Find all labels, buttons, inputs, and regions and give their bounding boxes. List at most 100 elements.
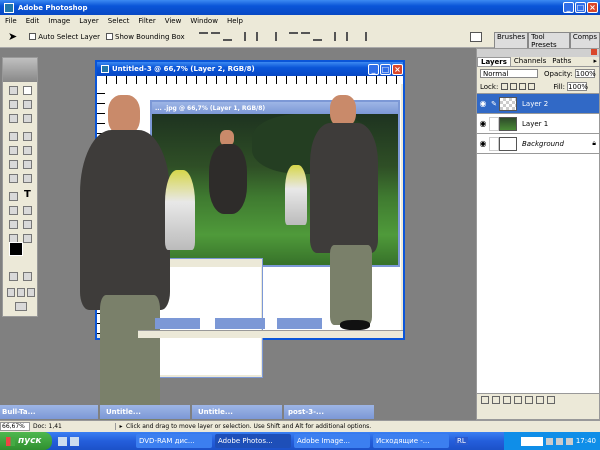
task-button[interactable]: DVD-RAM дис... <box>136 434 212 448</box>
doc-close-button[interactable]: × <box>392 63 403 75</box>
slice-tool-icon[interactable] <box>23 114 32 123</box>
eraser-tool-icon[interactable] <box>9 160 18 169</box>
doc-minimize-button[interactable]: _ <box>368 63 379 75</box>
clone-stamp-icon[interactable] <box>9 146 18 155</box>
task-button[interactable]: Adobe Photos... <box>215 434 291 448</box>
tray-badge-icon[interactable] <box>520 436 543 446</box>
tab-channels[interactable]: Channels <box>511 57 549 66</box>
opacity-input[interactable]: 100% <box>574 69 596 78</box>
quick-mask-icon[interactable] <box>23 272 32 281</box>
status-arrow-icon[interactable]: ▸ <box>116 423 126 430</box>
fill-input[interactable]: 100% <box>567 82 588 91</box>
standard-mode-icon[interactable] <box>9 272 18 281</box>
zoom-level[interactable]: 66,67% <box>0 422 30 431</box>
brush-tool-icon[interactable] <box>23 132 32 141</box>
lock-move-icon[interactable] <box>519 83 527 90</box>
lock-all-icon[interactable] <box>528 83 536 90</box>
eye-icon[interactable]: ◉ <box>477 99 489 108</box>
doc-maximize-button[interactable]: □ <box>380 63 391 75</box>
photo-canvas[interactable] <box>152 114 398 265</box>
layer-row[interactable]: ◉ ✎ Layer 2 <box>477 94 599 114</box>
trash-icon[interactable] <box>547 396 555 404</box>
tab-paths[interactable]: Paths <box>549 57 574 66</box>
tray-icon[interactable] <box>555 437 563 445</box>
auto-select-checkbox[interactable] <box>29 33 37 40</box>
menu-layer[interactable]: Layer <box>79 17 99 25</box>
menu-file[interactable]: File <box>5 17 17 25</box>
menu-image[interactable]: Image <box>48 17 70 25</box>
menu-edit[interactable]: Edit <box>26 17 40 25</box>
layer-row[interactable]: ◉ Layer 1 <box>477 114 599 134</box>
doc-size[interactable]: Doc: 1,41 <box>30 423 116 430</box>
doc-tab-inner-1[interactable] <box>155 318 200 329</box>
healing-brush-icon[interactable] <box>9 132 18 141</box>
screen-mode-1-icon[interactable] <box>7 288 15 297</box>
close-button[interactable]: × <box>587 2 598 13</box>
minimized-window-3[interactable]: Untitle... <box>192 405 282 419</box>
blend-mode-select[interactable]: Normal <box>480 69 538 78</box>
menu-filter[interactable]: Filter <box>138 17 155 25</box>
minimized-window-2[interactable]: Untitle... <box>100 405 190 419</box>
task-button[interactable]: Adobe Image... <box>294 434 370 448</box>
type-tool-icon[interactable]: T <box>24 189 31 200</box>
magic-wand-icon[interactable] <box>23 100 32 109</box>
language-indicator[interactable]: RL <box>455 437 468 445</box>
screen-mode-2-icon[interactable] <box>17 288 25 297</box>
minimized-window-1[interactable]: Bull-Ta... <box>0 405 98 419</box>
notes-tool-icon[interactable] <box>9 220 18 229</box>
doc-tab-inner-3[interactable] <box>277 318 322 329</box>
eyedropper-icon[interactable] <box>23 220 32 229</box>
tab-layers[interactable]: Layers <box>477 57 511 66</box>
shape-tool-icon[interactable] <box>23 206 32 215</box>
crop-tool-icon[interactable] <box>9 114 18 123</box>
start-button[interactable]: пуск <box>0 432 52 450</box>
minimize-button[interactable]: _ <box>563 2 574 13</box>
lasso-tool-icon[interactable] <box>9 100 18 109</box>
layer-row[interactable]: ◉ Background 🔒︎ <box>477 134 599 154</box>
blur-tool-icon[interactable] <box>9 174 18 183</box>
brush-link-icon[interactable]: ✎ <box>489 100 499 108</box>
new-group-icon[interactable] <box>514 396 522 404</box>
link-layers-icon[interactable] <box>481 396 489 404</box>
align-icons[interactable] <box>198 32 367 41</box>
menu-help[interactable]: Help <box>227 17 243 25</box>
link-slot[interactable] <box>489 136 499 151</box>
show-bbox-checkbox[interactable] <box>106 33 114 40</box>
paint-bucket-icon[interactable] <box>23 160 32 169</box>
menu-window[interactable]: Window <box>190 17 218 25</box>
palette-close-icon[interactable] <box>591 49 597 55</box>
file-browser-icon[interactable] <box>470 32 482 42</box>
maximize-button[interactable]: □ <box>575 2 586 13</box>
eye-icon[interactable]: ◉ <box>477 119 489 128</box>
doc-tab-inner-2[interactable] <box>215 318 265 329</box>
move-tool-icon[interactable]: ➤ <box>8 30 17 43</box>
quick-launch-icon[interactable] <box>70 436 79 446</box>
lock-transparency-icon[interactable] <box>501 83 509 90</box>
new-layer-icon[interactable] <box>536 396 544 404</box>
move-tool-icon-toolbox[interactable] <box>23 86 32 95</box>
quick-launch-icon[interactable] <box>58 436 67 446</box>
link-slot[interactable] <box>489 116 499 131</box>
minimized-window-4[interactable]: post-3-... <box>284 405 374 419</box>
path-select-icon[interactable] <box>9 192 18 201</box>
adjustment-layer-icon[interactable] <box>525 396 533 404</box>
menu-select[interactable]: Select <box>108 17 130 25</box>
task-button[interactable]: Исходящие -... <box>373 434 449 448</box>
clock[interactable]: 17:40 <box>576 437 596 445</box>
add-mask-icon[interactable] <box>503 396 511 404</box>
history-brush-icon[interactable] <box>23 146 32 155</box>
foreground-color-swatch[interactable] <box>9 242 23 256</box>
pen-tool-icon[interactable] <box>9 206 18 215</box>
tray-icon[interactable] <box>545 437 553 445</box>
marquee-tool-icon[interactable] <box>9 86 18 95</box>
tray-icon[interactable] <box>565 437 573 445</box>
dodge-tool-icon[interactable] <box>23 174 32 183</box>
eye-icon[interactable]: ◉ <box>477 139 489 148</box>
zoom-tool-icon[interactable] <box>23 234 32 243</box>
imageready-icon[interactable] <box>15 302 27 311</box>
menu-view[interactable]: View <box>165 17 182 25</box>
lock-brush-icon[interactable] <box>510 83 518 90</box>
screen-mode-3-icon[interactable] <box>27 288 35 297</box>
palette-menu-icon[interactable]: ▸ <box>593 57 599 66</box>
layer-style-icon[interactable] <box>492 396 500 404</box>
